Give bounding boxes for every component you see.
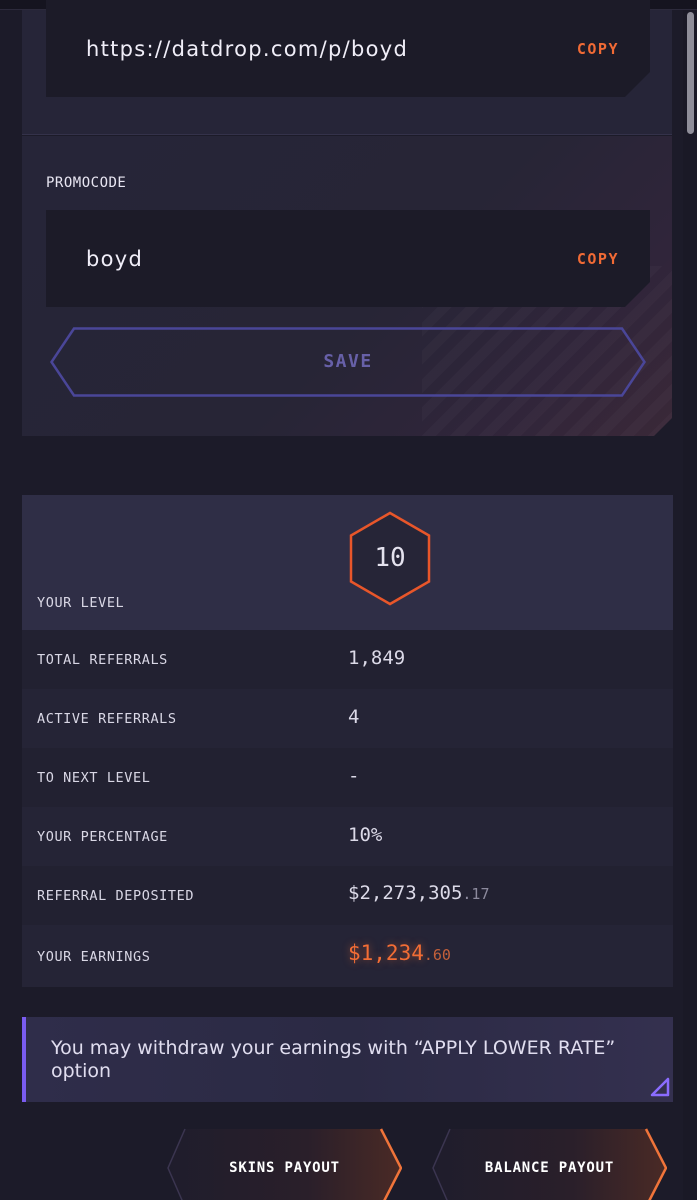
to-next-level-value: -	[348, 765, 360, 787]
your-percentage-label: YOUR PERCENTAGE	[37, 829, 168, 845]
referral-link-value: https://datdrop.com/p/boyd	[86, 36, 409, 61]
stats-row-level: YOUR LEVEL 10	[22, 495, 673, 630]
stats-row-active-referrals: ACTIVE REFERRALS 4	[22, 689, 673, 748]
scrollbar-thumb[interactable]	[687, 12, 694, 134]
your-earnings-cents: .60	[423, 946, 451, 964]
stats-row-referral-deposited: REFERRAL DEPOSITED $2,273,305.17	[22, 866, 673, 925]
referral-deposited-dollars: $2,273,305	[348, 882, 463, 904]
promocode-label: PROMOCODE	[46, 175, 127, 191]
skins-payout-label: SKINS PAYOUT	[229, 1160, 340, 1176]
withdraw-notice: You may withdraw your earnings with “APP…	[22, 1017, 673, 1102]
to-next-level-label: TO NEXT LEVEL	[37, 770, 151, 786]
skins-payout-button[interactable]: SKINS PAYOUT	[167, 1128, 402, 1200]
total-referrals-label: TOTAL REFERRALS	[37, 652, 168, 668]
your-percentage-value: 10%	[348, 824, 383, 846]
active-referrals-value: 4	[348, 706, 360, 728]
your-earnings-label: YOUR EARNINGS	[37, 949, 151, 965]
promocode-value: boyd	[86, 246, 144, 271]
scrollbar-track[interactable]	[683, 10, 697, 1200]
stats-row-to-next-level: TO NEXT LEVEL -	[22, 748, 673, 807]
referral-deposited-label: REFERRAL DEPOSITED	[37, 888, 195, 904]
save-button[interactable]: SAVE	[50, 327, 646, 397]
promocode-field[interactable]: boyd COPY	[46, 210, 650, 307]
active-referrals-label: ACTIVE REFERRALS	[37, 711, 177, 727]
level-value: 10	[374, 543, 406, 573]
stats-row-total-referrals: TOTAL REFERRALS 1,849	[22, 630, 673, 689]
stats-row-your-earnings: YOUR EARNINGS $1,234.60	[22, 925, 673, 987]
your-earnings-value: $1,234.60	[348, 941, 451, 965]
level-label: YOUR LEVEL	[37, 595, 125, 611]
stats-row-your-percentage: YOUR PERCENTAGE 10%	[22, 807, 673, 866]
total-referrals-value: 1,849	[348, 647, 406, 669]
your-earnings-dollars: $1,234	[348, 941, 424, 965]
copy-promocode-button[interactable]: COPY	[577, 250, 619, 268]
copy-link-button[interactable]: COPY	[577, 40, 619, 58]
referral-deposited-cents: .17	[462, 885, 490, 903]
balance-payout-button[interactable]: BALANCE PAYOUT	[432, 1128, 667, 1200]
referral-stats-table: YOUR LEVEL 10 TOTAL REFERRALS 1,849 ACTI…	[22, 495, 673, 987]
referral-deposited-value: $2,273,305.17	[348, 882, 489, 904]
corner-triangle-icon	[650, 1077, 670, 1097]
save-button-label: SAVE	[323, 351, 373, 372]
referral-link-field[interactable]: https://datdrop.com/p/boyd COPY	[46, 0, 650, 97]
withdraw-notice-text: You may withdraw your earnings with “APP…	[51, 1037, 616, 1082]
balance-payout-label: BALANCE PAYOUT	[484, 1160, 615, 1176]
